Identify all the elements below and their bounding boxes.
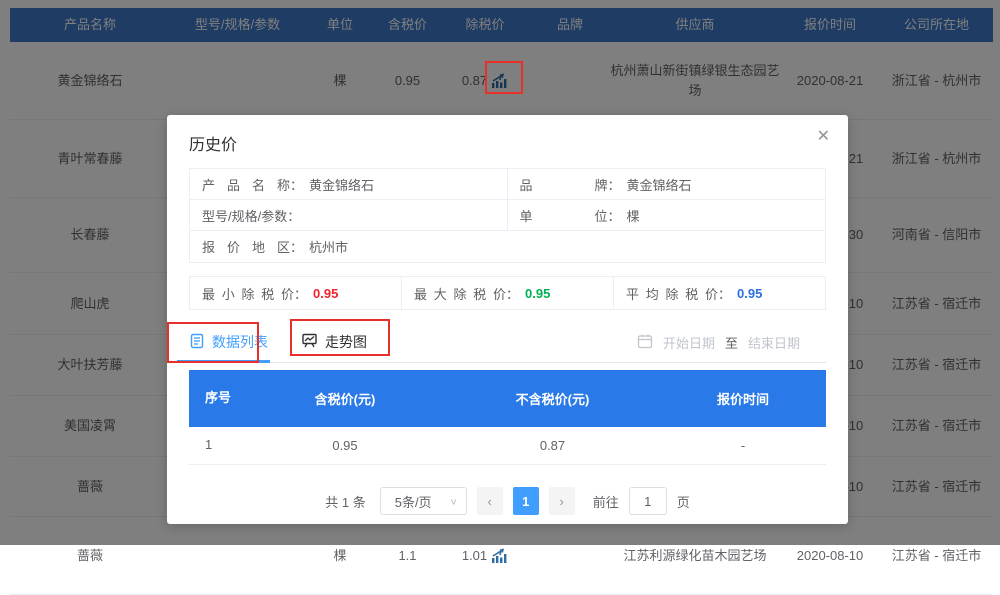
unit-value: 棵 xyxy=(627,206,640,225)
dialog-title: 历史价 xyxy=(167,115,848,168)
calendar-icon xyxy=(637,333,653,352)
brand-label: 品牌 xyxy=(520,175,608,194)
min-price-value: 0.95 xyxy=(313,286,338,301)
page-suffix-label: 页 xyxy=(677,492,690,511)
min-price-stat: 最小除税价： 0.95 xyxy=(189,276,402,310)
annotation-box-trend-tab xyxy=(290,319,390,356)
product-info-table: 产品名称： 黄金锦络石 品牌： 黄金锦络石 型号/规格/参数： 单位： 棵 报价… xyxy=(189,168,826,263)
date-range-to-label: 至 xyxy=(725,333,738,352)
quote-region-label: 报价地区 xyxy=(202,237,290,256)
history-table-row: 1 0.95 0.87 - xyxy=(189,427,826,465)
product-name-value: 黄金锦络石 xyxy=(309,175,374,194)
start-date-input[interactable]: 开始日期 xyxy=(663,333,715,352)
pagination: 共 1 条 5条/页 ∨ ‹ 1 › 前往 页 xyxy=(167,487,848,515)
quote-region-value: 杭州市 xyxy=(309,237,348,256)
header-notax-price: 不含税价(元) xyxy=(445,389,660,408)
next-page-button[interactable]: › xyxy=(549,487,575,515)
end-date-input[interactable]: 结束日期 xyxy=(748,333,800,352)
history-table-header: 序号 含税价(元) 不含税价(元) 报价时间 xyxy=(189,370,826,427)
total-count-label: 共 1 条 xyxy=(325,492,365,511)
brand-value: 黄金锦络石 xyxy=(627,175,692,194)
model-spec-label: 型号/规格/参数 xyxy=(202,206,287,225)
prev-page-button[interactable]: ‹ xyxy=(477,487,503,515)
annotation-box-data-list-tab xyxy=(167,322,259,363)
price-stats-row: 最小除税价： 0.95 最大除税价： 0.95 平均除税价： 0.95 xyxy=(189,276,826,310)
annotation-box-trend-icon xyxy=(485,61,523,94)
header-quote-time: 报价时间 xyxy=(660,389,826,408)
header-index: 序号 xyxy=(189,388,245,409)
page-size-select[interactable]: 5条/页 ∨ xyxy=(380,487,467,515)
max-price-stat: 最大除税价： 0.95 xyxy=(402,276,614,310)
date-range-picker: 开始日期 至 结束日期 xyxy=(637,333,826,352)
tabs-bar: 数据列表 走势图 开始日期 至 结束日期 xyxy=(189,322,826,363)
avg-price-stat: 平均除税价： 0.95 xyxy=(614,276,826,310)
trend-chart-icon[interactable] xyxy=(490,547,508,565)
product-name-label: 产品名称 xyxy=(202,175,290,194)
max-price-value: 0.95 xyxy=(525,286,550,301)
history-price-table: 序号 含税价(元) 不含税价(元) 报价时间 1 0.95 0.87 - xyxy=(189,370,826,465)
goto-label: 前往 xyxy=(593,492,619,511)
current-page-button[interactable]: 1 xyxy=(513,487,539,515)
header-tax-price: 含税价(元) xyxy=(245,389,445,408)
goto-page-input[interactable] xyxy=(629,487,667,515)
avg-price-value: 0.95 xyxy=(737,286,762,301)
history-price-dialog: 历史价 ✕ 产品名称： 黄金锦络石 品牌： 黄金锦络石 型号/规格/参数： 单位… xyxy=(167,115,848,524)
chevron-down-icon: ∨ xyxy=(450,496,458,506)
close-icon[interactable]: ✕ xyxy=(817,129,830,145)
unit-label: 单位 xyxy=(520,206,608,225)
